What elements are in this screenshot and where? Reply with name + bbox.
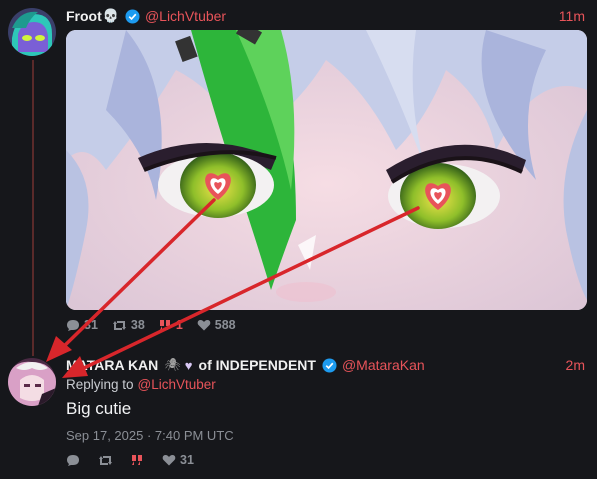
post-date[interactable]: Sep 17, 2025 · 7:40 PM UTC xyxy=(66,428,234,443)
like-count: 588 xyxy=(214,318,236,332)
reply-count: 31 xyxy=(84,318,98,332)
post-time[interactable]: 2m xyxy=(566,357,585,373)
heart-icon xyxy=(197,320,211,331)
verified-badge-icon xyxy=(322,357,337,373)
avatar[interactable] xyxy=(8,8,56,56)
post-actions: 31 38 1 588 xyxy=(66,318,250,332)
verified-badge-icon xyxy=(125,8,140,24)
repost-icon xyxy=(112,320,126,330)
repost-count: 38 xyxy=(130,318,145,332)
quote-icon xyxy=(132,454,142,465)
thread-connector-line xyxy=(32,60,34,356)
lavender-heart-icon: ♥ xyxy=(184,357,193,373)
author-name[interactable]: Froot xyxy=(66,8,102,24)
post-actions: 31 xyxy=(66,453,208,467)
like-button[interactable]: 31 xyxy=(162,453,194,467)
like-count: 31 xyxy=(180,453,194,467)
avatar[interactable] xyxy=(8,358,56,406)
author-handle[interactable]: @LichVtuber xyxy=(145,8,226,24)
quote-icon xyxy=(159,319,170,330)
quote-count: 1 xyxy=(175,318,183,332)
reply-button[interactable]: 31 xyxy=(66,318,98,332)
skull-emoji: 💀 xyxy=(102,8,119,23)
post-header: Froot 💀 @LichVtuber 11m xyxy=(66,7,585,25)
replying-to-label: Replying to xyxy=(66,377,134,392)
speech-bubble-icon xyxy=(67,454,79,466)
repost-button[interactable]: 38 xyxy=(112,318,145,332)
author-name-suffix: of INDEPENDENT xyxy=(198,357,316,373)
quote-button[interactable]: 1 xyxy=(159,318,183,332)
reply-button[interactable] xyxy=(66,454,84,467)
speech-bubble-icon xyxy=(67,319,79,331)
like-button[interactable]: 588 xyxy=(197,318,236,332)
spider-icon: 🕷 xyxy=(164,357,181,372)
quote-button[interactable] xyxy=(131,454,148,467)
author-name[interactable]: MATARA KAN xyxy=(66,357,158,373)
post-header: MATARA KAN 🕷 ♥ of INDEPENDENT @MataraKan… xyxy=(66,356,585,374)
post-time[interactable]: 11m xyxy=(559,8,585,24)
replying-to-handle[interactable]: @LichVtuber xyxy=(138,377,216,392)
heart-icon xyxy=(162,455,176,466)
post-image[interactable] xyxy=(66,30,587,310)
repost-icon xyxy=(99,455,112,465)
repost-button[interactable] xyxy=(98,454,117,467)
author-handle[interactable]: @MataraKan xyxy=(342,357,425,373)
post-text: Big cutie xyxy=(66,399,132,418)
replying-to-line: Replying to @LichVtuber xyxy=(66,377,216,392)
